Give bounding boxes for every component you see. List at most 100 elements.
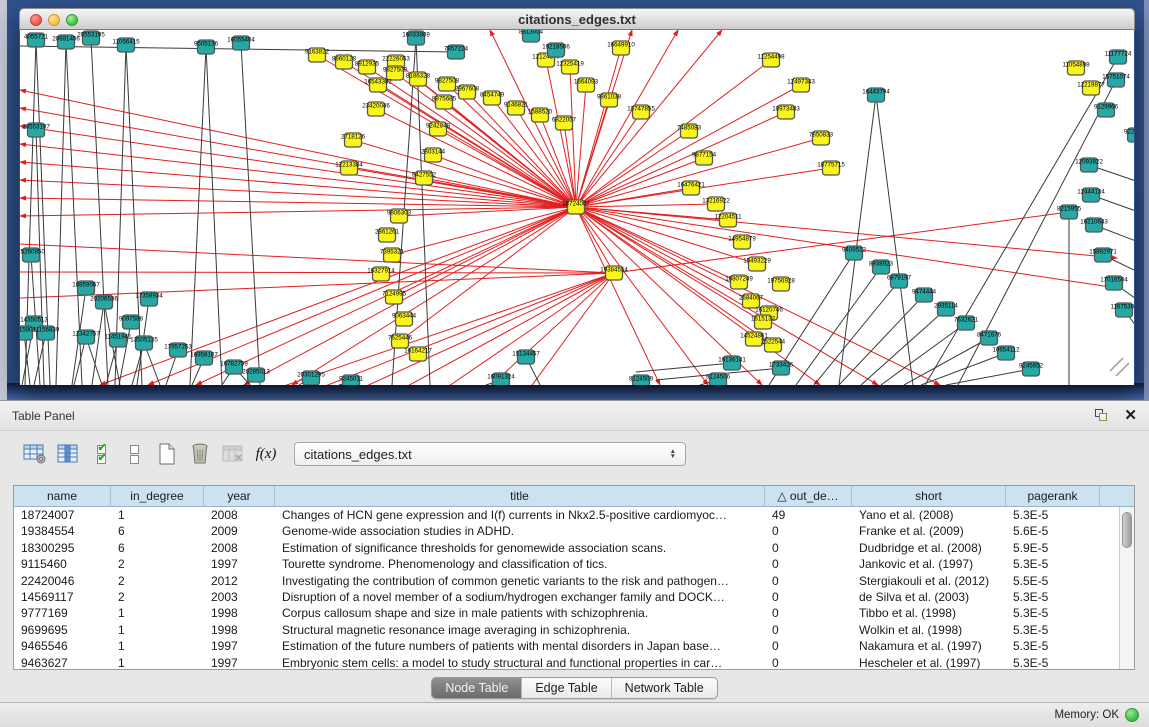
graph-node[interactable]: 2967608 — [455, 85, 480, 99]
graph-node[interactable]: 9806303 — [387, 209, 412, 223]
network-canvas[interactable]: 1872400791638228860128891293522226053982… — [20, 30, 1134, 385]
graph-node[interactable]: 2803144 — [421, 148, 446, 162]
tab-node-table[interactable]: Node Table — [432, 678, 522, 698]
graph-node[interactable]: 11451941 — [104, 333, 132, 347]
graph-node[interactable]: 16136141 — [718, 356, 746, 370]
graph-node[interactable]: 9063444 — [392, 312, 417, 326]
graph-node[interactable]: 10747855 — [627, 105, 655, 119]
graph-node[interactable]: 17957253 — [164, 343, 192, 357]
table-row[interactable]: 1830029562008Estimation of significance … — [14, 540, 1134, 556]
table-row[interactable]: 946554611997Estimation of the future num… — [14, 638, 1134, 654]
table-row[interactable]: 946362711997Embryonic stem cells: a mode… — [14, 655, 1134, 670]
graph-node[interactable]: 9877154 — [692, 151, 717, 165]
graph-node[interactable]: 1615132 — [751, 315, 776, 329]
graph-node[interactable]: 15751074 — [1102, 73, 1130, 87]
graph-node[interactable]: 9242848 — [426, 122, 451, 136]
table-scrollbar[interactable] — [1119, 507, 1134, 669]
graph-node[interactable]: 16210643 — [1080, 218, 1108, 232]
graph-node[interactable]: 8471676 — [977, 331, 1002, 345]
graph-node[interactable]: 18807249 — [725, 275, 753, 289]
graph-node[interactable]: 9245652 — [1019, 362, 1044, 376]
graph-node[interactable]: 2718126 — [341, 133, 366, 147]
minimize-window-button[interactable] — [48, 14, 60, 26]
close-window-button[interactable] — [30, 14, 42, 26]
graph-node[interactable]: 17359934 — [135, 292, 163, 306]
graph-node[interactable]: 25260850 — [20, 248, 45, 262]
graph-node[interactable]: 12342757 — [72, 330, 100, 344]
graph-node[interactable]: 12444134 — [1077, 188, 1105, 202]
tab-edge-table[interactable]: Edge Table — [522, 678, 611, 698]
column-header[interactable]: short — [852, 486, 1006, 506]
graph-node[interactable]: 18859067 — [72, 281, 100, 295]
new-table-icon[interactable] — [152, 440, 182, 468]
graph-node[interactable]: 13216922 — [702, 197, 730, 211]
graph-node[interactable]: 13505135 — [130, 336, 158, 350]
graph-node[interactable]: 9227441 — [1124, 128, 1134, 142]
tab-network-table[interactable]: Network Table — [612, 678, 717, 698]
graph-node[interactable]: 7124995 — [382, 290, 407, 304]
column-header[interactable]: in_degree — [111, 486, 204, 506]
graph-node[interactable]: 7625446 — [388, 334, 413, 348]
graph-node[interactable]: 11177724 — [1105, 50, 1132, 64]
deselect-all-icon[interactable] — [119, 440, 149, 468]
graph-node[interactable]: 16055404 — [227, 36, 255, 50]
graph-node[interactable]: 6822057 — [552, 116, 577, 130]
graph-node[interactable]: 16327914 — [367, 267, 395, 281]
graph-node[interactable]: 20301295 — [297, 371, 325, 385]
graph-node[interactable]: 2861261 — [375, 228, 400, 242]
table-row[interactable]: 1872400712008Changes of HCN gene express… — [14, 507, 1134, 523]
column-header[interactable]: △ out_de… — [765, 486, 852, 506]
graph-node[interactable]: 11056415 — [112, 38, 140, 52]
graph-node[interactable]: 9129966 — [1094, 103, 1119, 117]
graph-node[interactable]: 4055721 — [24, 33, 49, 47]
table-select-dropdown[interactable]: citations_edges.txt ▲▼ — [294, 442, 686, 466]
table-row[interactable]: 911546021997Tourette syndrome. Phenomeno… — [14, 556, 1134, 572]
graph-node[interactable]: 9505136 — [194, 40, 219, 54]
graph-node[interactable]: 1588520 — [528, 108, 553, 122]
table-row[interactable]: 977716911998Corpus callosum shape and si… — [14, 605, 1134, 621]
graph-node[interactable]: 7850833 — [809, 131, 834, 145]
table-row[interactable]: 1938455462009Genome-wide association stu… — [14, 523, 1134, 539]
graph-node[interactable]: 7485083 — [677, 124, 702, 138]
graph-node[interactable]: 12093822 — [1075, 158, 1103, 172]
graph-node[interactable]: 8427552 — [412, 171, 437, 185]
column-header[interactable]: year — [204, 486, 275, 506]
graph-node[interactable]: 9245011 — [339, 375, 363, 385]
graph-node[interactable]: 19756928 — [767, 277, 795, 291]
graph-node[interactable]: 9097588 — [119, 315, 144, 329]
graph-node[interactable]: 17016504 — [1100, 276, 1128, 290]
graph-node[interactable]: 9474444 — [912, 288, 937, 302]
graph-node[interactable]: 6879197 — [887, 274, 912, 288]
graph-node[interactable]: 8813054 — [519, 30, 544, 42]
graph-node[interactable]: 16958107 — [190, 351, 218, 365]
graph-node[interactable]: 12204511 — [714, 213, 742, 227]
table-row[interactable]: 969969511998Structural magnetic resonanc… — [14, 622, 1134, 638]
graph-node[interactable]: 20285013 — [242, 368, 270, 382]
graph-node[interactable]: 16649910 — [607, 41, 635, 55]
column-header[interactable]: name — [14, 486, 111, 506]
graph-node[interactable]: 16033809 — [402, 31, 430, 45]
graph-node[interactable]: 8186328 — [406, 72, 431, 86]
graph-node[interactable]: 7632621 — [954, 316, 979, 330]
graph-node[interactable]: 20206536 — [90, 295, 118, 309]
graph-node[interactable]: 11254498 — [757, 53, 785, 67]
graph-node[interactable]: 1864093 — [574, 78, 599, 92]
graph-node[interactable]: 20553195 — [77, 31, 105, 45]
graph-node[interactable]: 16443794 — [862, 88, 890, 102]
graph-node[interactable]: 8938923 — [869, 260, 894, 274]
graph-node[interactable]: 11054898 — [1062, 61, 1090, 75]
table-row[interactable]: 2242004622012Investigating the contribut… — [14, 573, 1134, 589]
graph-node[interactable]: 8860128 — [332, 55, 357, 69]
zoom-window-button[interactable] — [66, 14, 78, 26]
graph-node[interactable]: 8124509 — [629, 375, 654, 385]
graph-node[interactable]: 12219877 — [1077, 81, 1105, 95]
graph-node[interactable]: 9861038 — [597, 93, 622, 107]
graph-node[interactable]: 8454749 — [480, 91, 505, 105]
resize-grip[interactable] — [1110, 358, 1129, 376]
graph-node[interactable]: 7395321 — [380, 248, 405, 262]
window-titlebar[interactable]: citations_edges.txt — [19, 8, 1135, 30]
graph-node[interactable]: 12325419 — [556, 60, 584, 74]
graph-node[interactable]: 16476421 — [677, 181, 705, 195]
graph-node[interactable]: 9146821 — [504, 101, 529, 115]
graph-node[interactable]: 9409512 — [842, 246, 867, 260]
